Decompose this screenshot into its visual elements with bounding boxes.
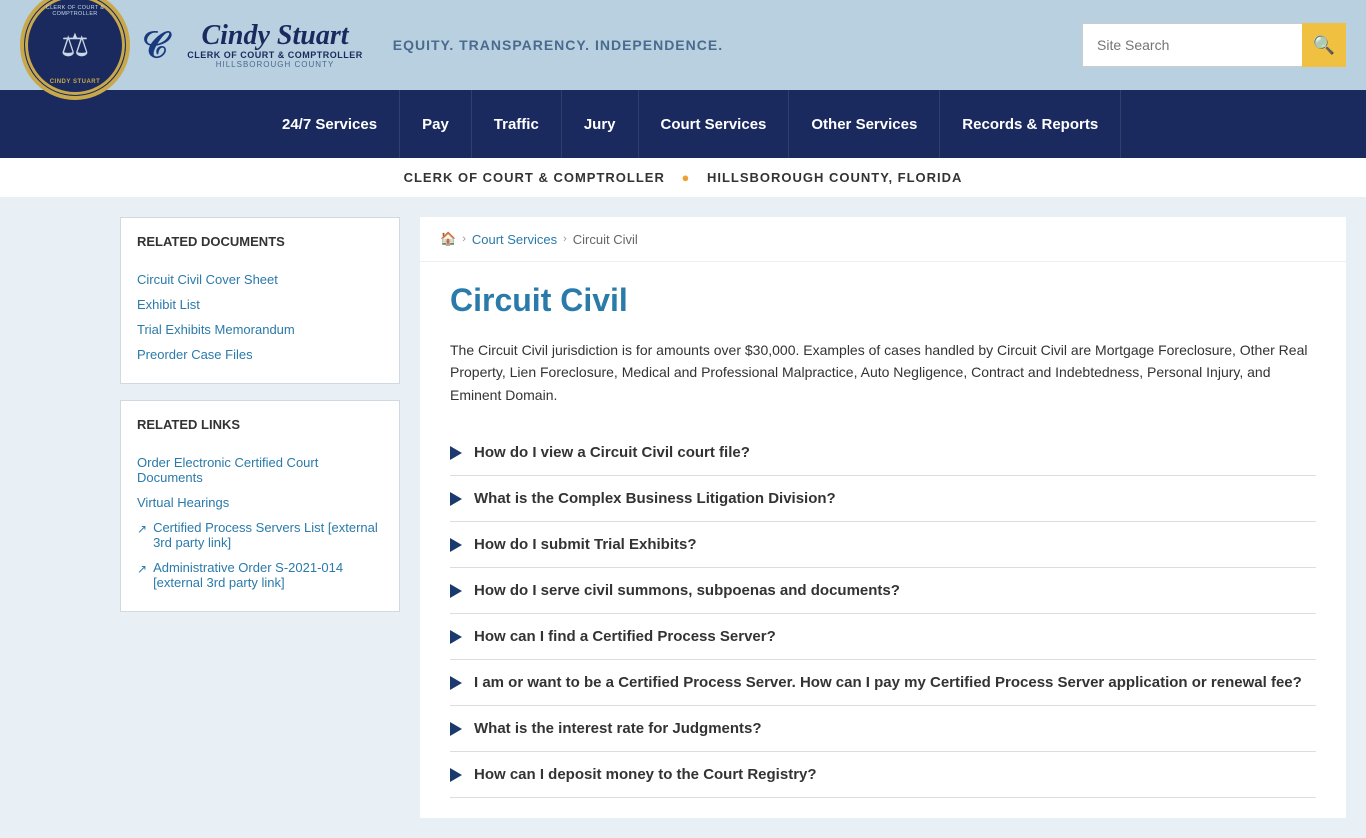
sidebar-link-3[interactable]: ↗ Administrative Order S-2021-014 [exter…: [137, 555, 383, 595]
sidebar-doc-1[interactable]: Exhibit List: [137, 292, 383, 317]
faq-arrow-3: [450, 584, 462, 598]
logo-seal: ⚖ CINDY STUART CLERK OF COURT & COMPTROL…: [20, 0, 130, 100]
faq-question-4: How can I find a Certified Process Serve…: [474, 628, 776, 645]
faq-item-0[interactable]: How do I view a Circuit Civil court file…: [450, 430, 1316, 476]
nav-item-247[interactable]: 24/7 Services: [260, 90, 400, 158]
sidebar-doc-0[interactable]: Circuit Civil Cover Sheet: [137, 267, 383, 292]
faq-item-1[interactable]: What is the Complex Business Litigation …: [450, 476, 1316, 522]
faq-list: How do I view a Circuit Civil court file…: [450, 430, 1316, 798]
sidebar-doc-2[interactable]: Trial Exhibits Memorandum: [137, 317, 383, 342]
clerk-county: Hillsborough County: [216, 60, 335, 69]
clerk-subtitle: Clerk of Court & Comptroller: [187, 50, 363, 60]
main-nav: 24/7 Services Pay Traffic Jury Court Ser…: [0, 90, 1366, 158]
clerk-full-title: CLERK OF COURT & COMPTROLLER: [404, 170, 665, 185]
breadcrumb-parent[interactable]: Court Services: [472, 232, 557, 247]
sidebar-link-1[interactable]: Virtual Hearings: [137, 490, 383, 515]
page-description: The Circuit Civil jurisdiction is for am…: [450, 339, 1316, 406]
faq-arrow-1: [450, 492, 462, 506]
nav-item-records[interactable]: Records & Reports: [940, 90, 1121, 158]
faq-item-2[interactable]: How do I submit Trial Exhibits?: [450, 522, 1316, 568]
sidebar: RELATED DOCUMENTS Circuit Civil Cover Sh…: [120, 217, 400, 818]
faq-arrow-0: [450, 446, 462, 460]
sidebar-link-2[interactable]: ↗ Certified Process Servers List [extern…: [137, 515, 383, 555]
faq-question-3: How do I serve civil summons, subpoenas …: [474, 582, 900, 599]
faq-item-5[interactable]: I am or want to be a Certified Process S…: [450, 660, 1316, 706]
search-icon: 🔍: [1313, 35, 1335, 56]
faq-arrow-7: [450, 768, 462, 782]
breadcrumb-chevron-2: ›: [563, 233, 567, 245]
faq-arrow-6: [450, 722, 462, 736]
main-content: 🏠 › Court Services › Circuit Civil Circu…: [420, 217, 1346, 818]
nav-item-jury[interactable]: Jury: [562, 90, 639, 158]
breadcrumb-home[interactable]: 🏠: [440, 231, 456, 247]
faq-item-6[interactable]: What is the interest rate for Judgments?: [450, 706, 1316, 752]
faq-question-0: How do I view a Circuit Civil court file…: [474, 444, 750, 461]
search-button[interactable]: 🔍: [1302, 23, 1346, 67]
home-icon: 🏠: [440, 231, 456, 246]
dot-separator: ●: [681, 170, 690, 185]
page-title: Circuit Civil: [450, 282, 1316, 319]
clerk-name: Cindy Stuart: [201, 22, 348, 50]
header: ⚖ CINDY STUART CLERK OF COURT & COMPTROL…: [0, 0, 1366, 90]
cindy-logo: Cindy Stuart Clerk of Court & Comptrolle…: [187, 22, 363, 69]
faq-arrow-4: [450, 630, 462, 644]
search-input[interactable]: [1082, 23, 1302, 67]
nav-item-court-services[interactable]: Court Services: [639, 90, 790, 158]
page-body: Circuit Civil The Circuit Civil jurisdic…: [420, 262, 1346, 818]
external-icon: ↗: [137, 522, 147, 536]
county-title: HILLSBOROUGH COUNTY, FLORIDA: [707, 170, 963, 185]
tagline: EQUITY. TRANSPARENCY. INDEPENDENCE.: [393, 37, 1082, 53]
related-links-box: RELATED LINKS Order Electronic Certified…: [120, 400, 400, 612]
sub-header: CLERK OF COURT & COMPTROLLER ● HILLSBORO…: [0, 158, 1366, 197]
sidebar-doc-3[interactable]: Preorder Case Files: [137, 342, 383, 367]
faq-item-3[interactable]: How do I serve civil summons, subpoenas …: [450, 568, 1316, 614]
search-area: 🔍: [1082, 23, 1346, 67]
faq-question-2: How do I submit Trial Exhibits?: [474, 536, 697, 553]
faq-arrow-5: [450, 676, 462, 690]
content-wrapper: RELATED DOCUMENTS Circuit Civil Cover Sh…: [0, 197, 1366, 838]
faq-question-6: What is the interest rate for Judgments?: [474, 720, 762, 737]
faq-question-7: How can I deposit money to the Court Reg…: [474, 766, 817, 783]
sidebar-link-3-label: Administrative Order S-2021-014 [externa…: [153, 560, 383, 590]
sidebar-link-2-label: Certified Process Servers List [external…: [153, 520, 383, 550]
nav-item-pay[interactable]: Pay: [400, 90, 472, 158]
related-documents-title: RELATED DOCUMENTS: [137, 234, 383, 255]
related-documents-box: RELATED DOCUMENTS Circuit Civil Cover Sh…: [120, 217, 400, 384]
nav-item-traffic[interactable]: Traffic: [472, 90, 562, 158]
breadcrumb-current: Circuit Civil: [573, 232, 638, 247]
nav-item-other-services[interactable]: Other Services: [789, 90, 940, 158]
faq-question-1: What is the Complex Business Litigation …: [474, 490, 836, 507]
sidebar-link-0[interactable]: Order Electronic Certified Court Documen…: [137, 450, 383, 490]
breadcrumb-chevron-1: ›: [462, 233, 466, 245]
related-links-title: RELATED LINKS: [137, 417, 383, 438]
faq-item-4[interactable]: How can I find a Certified Process Serve…: [450, 614, 1316, 660]
external-icon-2: ↗: [137, 562, 147, 576]
breadcrumb: 🏠 › Court Services › Circuit Civil: [420, 217, 1346, 262]
faq-item-7[interactable]: How can I deposit money to the Court Reg…: [450, 752, 1316, 798]
faq-question-5: I am or want to be a Certified Process S…: [474, 674, 1302, 691]
faq-arrow-2: [450, 538, 462, 552]
